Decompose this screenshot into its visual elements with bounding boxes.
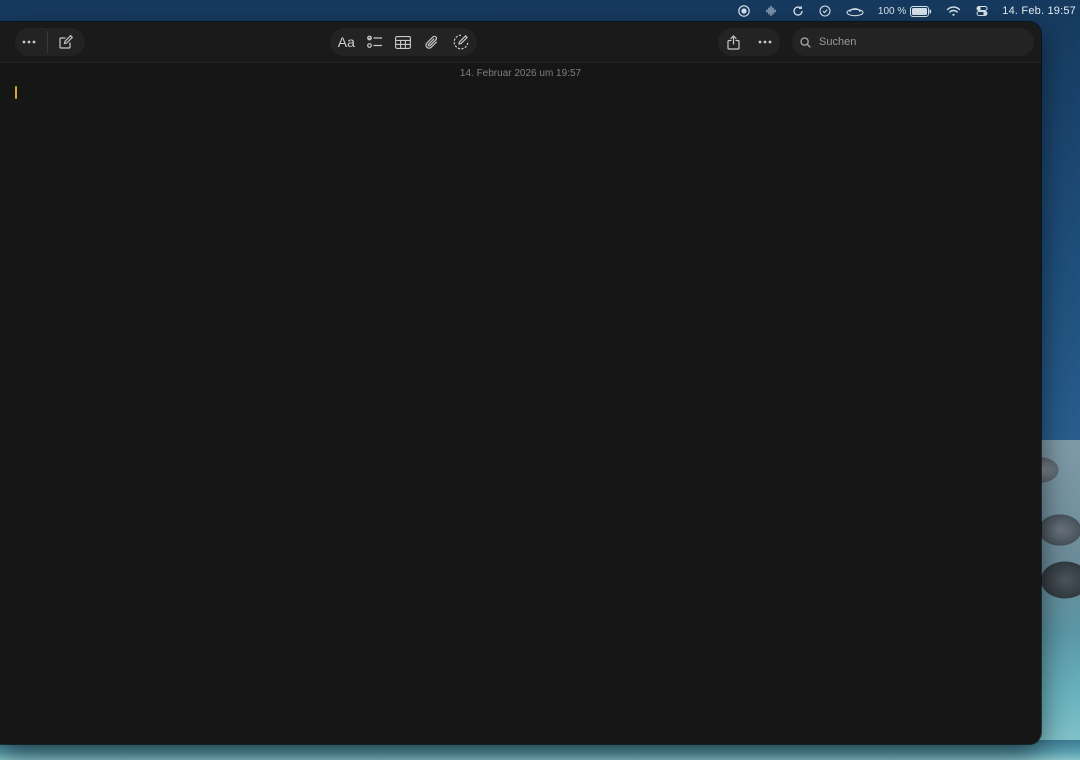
menu-bar: 100 % 14. Feb. 19:57 [0,0,1080,22]
toolbar-format-group: Aa [330,28,477,56]
format-button[interactable]: Aa [332,34,360,50]
note-date: 14. Februar 2026 um 19:57 [459,68,582,79]
battery-icon[interactable] [910,5,932,18]
menu-bar-clock[interactable]: 14. Feb. 19:57 [1002,5,1076,17]
markup-button[interactable] [447,28,475,56]
markup-icon [453,34,469,50]
more-icon [22,40,36,44]
note-more-button[interactable] [751,28,779,56]
sync-icon[interactable] [792,5,805,18]
audio-wave-icon[interactable] [765,5,778,18]
toolbar-right-group [718,28,780,56]
checklist-icon [366,35,382,48]
search-field[interactable] [792,28,1034,56]
toolbar: Aa [0,22,1041,63]
more-icon [758,40,771,44]
text-cursor [15,86,17,99]
wifi-icon[interactable] [946,5,961,18]
search-input[interactable] [817,35,1021,49]
search-icon [800,36,811,48]
notes-window: Aa 14. Februar [0,22,1041,744]
toolbar-divider [47,31,48,53]
battery-percent: 100 % [877,5,907,17]
attachment-icon [425,35,438,49]
control-center-icon[interactable] [975,5,988,18]
more-options-button[interactable] [15,28,43,56]
note-editor[interactable] [0,82,1041,744]
share-icon [727,34,740,50]
compose-icon [59,35,73,49]
table-button[interactable] [389,28,417,56]
new-note-button[interactable] [52,28,80,56]
hat-icon[interactable] [846,5,864,18]
clipboard-icon[interactable] [819,5,832,18]
share-button[interactable] [720,28,748,56]
table-icon [395,35,412,49]
record-icon[interactable] [738,5,751,18]
checklist-button[interactable] [361,28,389,56]
toolbar-left-group [15,28,85,56]
attachment-button[interactable] [418,28,446,56]
